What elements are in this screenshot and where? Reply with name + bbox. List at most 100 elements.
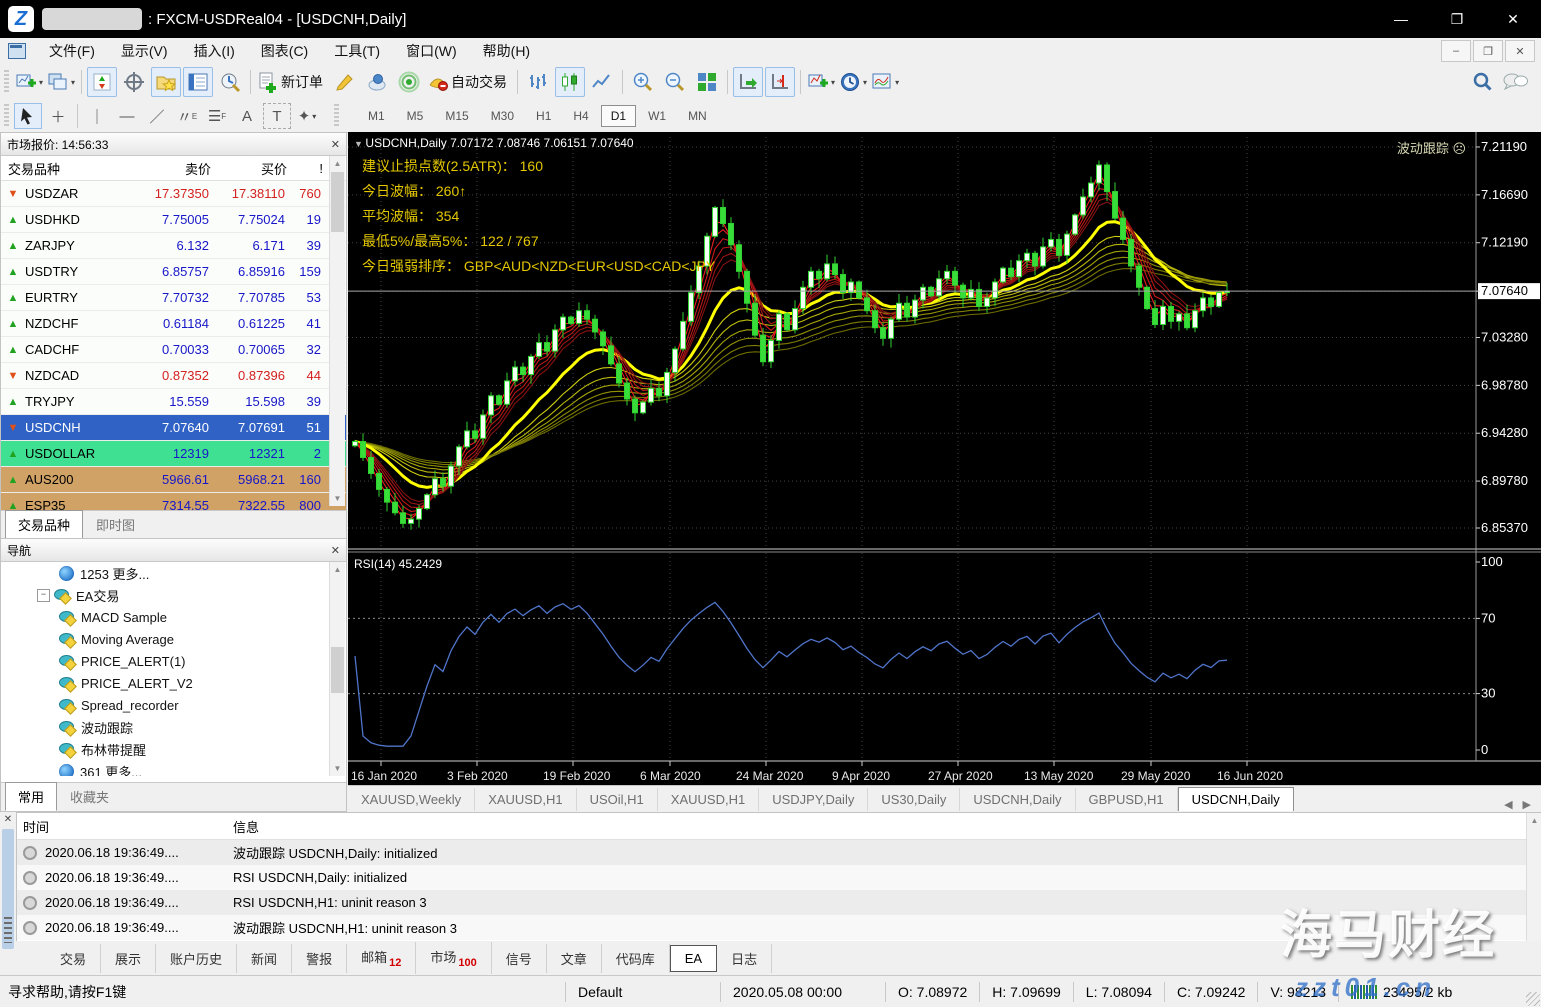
scroll-up-icon[interactable]: ▲ [330,562,345,577]
close-icon[interactable]: ✕ [0,812,16,825]
tree-item[interactable]: Moving Average [1,628,346,650]
arrows-tool[interactable]: ✦ ▾ [293,103,321,129]
terminal-tab-[interactable]: 展示 [101,943,157,973]
toolbar-grip[interactable] [4,70,9,94]
strategy-tester-toggle[interactable] [215,67,245,97]
terminal-tab-[interactable]: 警报 [292,943,348,973]
close-icon[interactable]: ✕ [331,138,340,151]
trendline-tool[interactable]: ／ [143,103,171,129]
timeframe-d1[interactable]: D1 [600,105,637,127]
minimize-button[interactable]: — [1373,0,1429,38]
terminal-tab-[interactable]: 账户历史 [156,943,238,973]
navigator-tab[interactable]: 收藏夹 [57,782,122,811]
crosshair-tool[interactable]: ＋ [44,103,72,129]
tree-item[interactable]: 361 更多... [1,760,346,776]
terminal-tab-[interactable]: 市场 100 [416,942,492,974]
menu-f[interactable]: 文件(F) [36,37,108,65]
chart-tab[interactable]: GBPUSD,H1 [1076,788,1178,811]
terminal-tab-ea[interactable]: EA [669,944,718,972]
chevron-right-icon[interactable]: ▶ [1523,798,1531,811]
profiles-button[interactable]: ▾ [46,67,76,97]
column-symbol[interactable]: 交易品种 [1,159,126,178]
new-chart-button[interactable]: ▾ [14,67,44,97]
zoom-in-button[interactable] [628,67,658,97]
table-row[interactable]: ▲ USDOLLAR 12319 12321 2 [1,441,346,467]
terminal-tab-[interactable]: 日志 [717,943,773,973]
line-chart-button[interactable] [587,67,617,97]
market-watch-tab[interactable]: 即时图 [83,510,148,539]
terminal-tab-[interactable]: 交易 [46,943,102,973]
terminal-tab-[interactable]: 信号 [492,943,547,973]
timeframe-m15[interactable]: M15 [435,105,478,127]
table-row[interactable]: ▲ NZDCHF 0.61184 0.61225 41 [1,311,346,337]
timeframe-w1[interactable]: W1 [638,105,676,127]
indicators-button[interactable]: ▾ [806,67,836,97]
signals-button[interactable] [394,67,424,97]
autotrading-button[interactable]: 自动交易 [426,67,512,97]
column-message[interactable]: 信息 [233,817,1541,836]
table-row[interactable]: ▼ USDZAR 17.37350 17.38110 760 [1,181,346,207]
chart-tab[interactable]: USOil,H1 [577,788,658,811]
menu-v[interactable]: 显示(V) [108,37,181,65]
new-order-button[interactable]: 新订单 [256,67,328,97]
tree-item[interactable]: PRICE_ALERT_V2 [1,672,346,694]
tile-windows-button[interactable] [692,67,722,97]
metaeditor-button[interactable] [330,67,360,97]
mdi-close-button[interactable]: ✕ [1505,40,1535,62]
column-buy[interactable]: 买价 [211,159,287,178]
chevron-left-icon[interactable]: ◀ [1504,798,1512,811]
log-row[interactable]: 2020.06.18 19:36:49.... RSI USDCNH,Daily:… [17,865,1541,890]
navigator-tab[interactable]: 常用 [5,782,58,811]
table-row[interactable]: ▼ USDCNH 7.07640 7.07691 51 [1,415,346,441]
column-spread[interactable]: ! [287,161,327,176]
column-sell[interactable]: 卖价 [126,159,211,178]
tree-item[interactable]: − EA交易 [1,584,346,606]
navigator-toggle[interactable] [151,67,182,97]
auto-scroll-button[interactable] [733,67,764,97]
timeframe-h4[interactable]: H4 [563,105,598,127]
chart-tab[interactable]: XAUUSD,Weekly [348,788,476,811]
close-button[interactable]: ✕ [1485,0,1541,38]
bar-chart-button[interactable] [523,67,553,97]
chart-tab[interactable]: USDJPY,Daily [759,788,869,811]
scroll-down-icon[interactable]: ▼ [330,761,345,776]
scroll-up-icon[interactable]: ▲ [330,156,345,171]
timeframe-h1[interactable]: H1 [526,105,561,127]
templates-button[interactable]: ▾ [870,67,900,97]
table-row[interactable]: ▼ NZDCAD 0.87352 0.87396 44 [1,363,346,389]
vertical-line-tool[interactable]: ｜ [83,103,111,129]
cursor-tool[interactable] [14,103,42,129]
chart-tab[interactable]: USDCNH,Daily [1177,787,1294,811]
menu-t[interactable]: 工具(T) [321,37,393,65]
chart-tab[interactable]: XAUUSD,H1 [475,788,577,811]
menu-c[interactable]: 图表(C) [248,37,321,65]
menu-w[interactable]: 窗口(W) [393,37,470,65]
maximize-button[interactable]: ❐ [1429,0,1485,38]
candlestick-chart-button[interactable] [555,67,586,97]
terminal-drag-handle[interactable] [2,829,14,949]
column-time[interactable]: 时间 [17,817,233,836]
toolbar-grip[interactable] [4,104,9,128]
tree-item[interactable]: MACD Sample [1,606,346,628]
tab-scroll-arrows[interactable]: ◀ ▶ [1504,798,1541,811]
virtual-hosting-button[interactable] [362,67,392,97]
timeframe-m30[interactable]: M30 [481,105,524,127]
table-row[interactable]: ▲ ZARJPY 6.132 6.171 39 [1,233,346,259]
collapse-icon[interactable]: − [37,588,50,602]
one-click-trading-icon[interactable]: ▼ [354,139,365,149]
chart-window[interactable]: 7.21190 7.16690 7.12190 7.07640 7.03280 6.987… [348,132,1541,785]
terminal-toggle[interactable] [183,67,214,97]
log-row[interactable]: 2020.06.18 19:36:49.... 波动跟踪 USDCNH,Daily… [17,840,1541,865]
terminal-tab-[interactable]: 新闻 [237,943,293,973]
text-label-tool[interactable]: T [263,103,291,129]
tree-item[interactable]: 布林带提醒 [1,738,346,760]
scroll-down-icon[interactable]: ▼ [330,491,345,506]
table-row[interactable]: ▲ EURTRY 7.70732 7.70785 53 [1,285,346,311]
data-window-toggle[interactable] [119,67,149,97]
tree-item[interactable]: Spread_recorder [1,694,346,716]
search-button[interactable] [1468,67,1498,97]
timeframe-mn[interactable]: MN [678,105,717,127]
table-row[interactable]: ▲ USDHKD 7.75005 7.75024 19 [1,207,346,233]
horizontal-line-tool[interactable]: — [113,103,141,129]
scroll-up-icon[interactable]: ▲ [1527,813,1541,828]
